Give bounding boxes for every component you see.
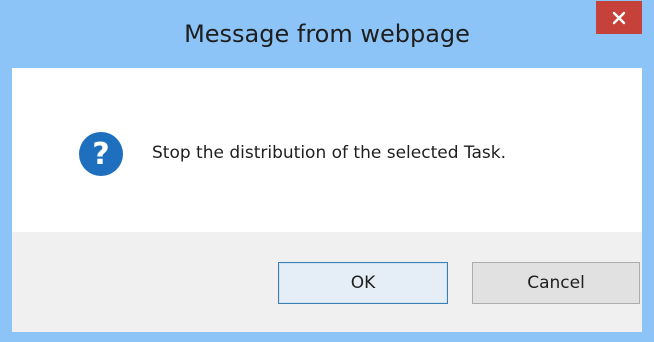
title-bar[interactable]: Message from webpage [0,0,654,68]
window-border-right [642,68,654,342]
dialog-title: Message from webpage [184,20,470,48]
message-dialog: Message from webpage ? Stop the distribu… [0,0,654,342]
close-icon [612,11,626,25]
message-text: Stop the distribution of the selected Ta… [152,143,506,163]
ok-button[interactable]: OK [278,262,448,304]
window-border-bottom [0,332,654,342]
question-icon: ? [77,130,125,182]
cancel-button[interactable]: Cancel [472,262,640,304]
svg-text:?: ? [92,137,109,172]
button-bar: OK Cancel [12,232,642,332]
window-border-left [0,68,12,342]
close-button[interactable] [596,1,642,34]
message-area: ? Stop the distribution of the selected … [12,68,642,232]
